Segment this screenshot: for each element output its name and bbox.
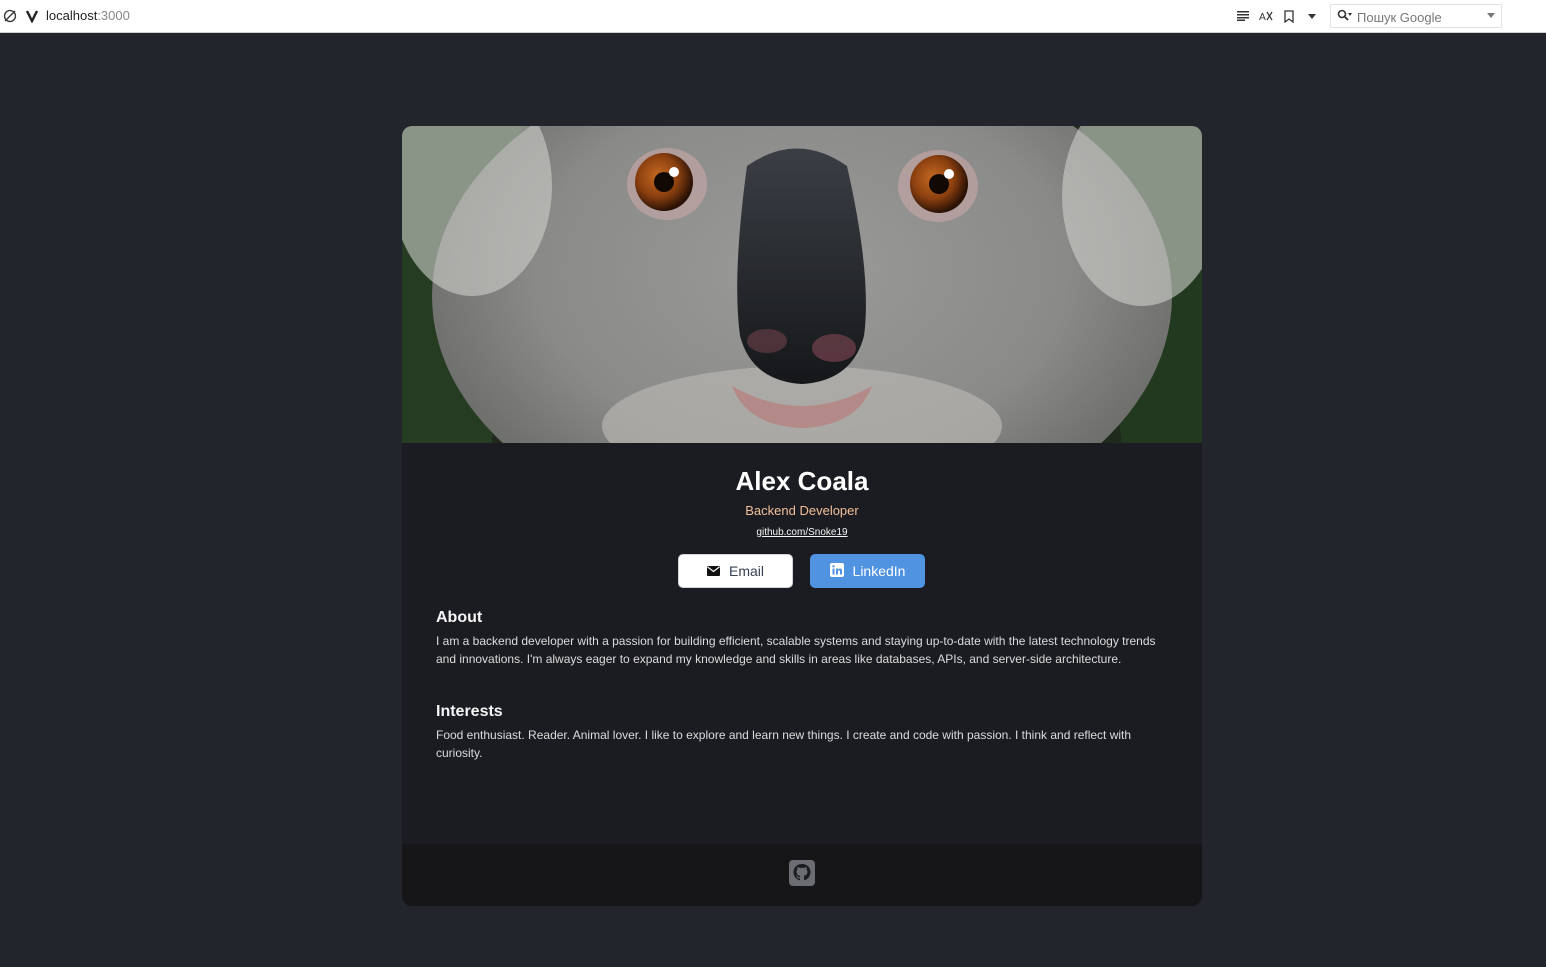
- linkedin-button-label: LinkedIn: [852, 563, 906, 579]
- profile-role: Backend Developer: [745, 503, 859, 518]
- linkedin-icon: [829, 562, 844, 580]
- search-placeholder: Пошук Google: [1357, 10, 1442, 25]
- search-icon: [1337, 9, 1353, 28]
- mail-icon: [706, 563, 720, 579]
- about-heading: About: [436, 609, 483, 626]
- email-button[interactable]: Email: [678, 554, 793, 588]
- search-engine-dropdown-icon[interactable]: [1487, 13, 1495, 18]
- vivaldi-logo-icon[interactable]: [24, 8, 40, 24]
- linkedin-button[interactable]: LinkedIn: [810, 554, 925, 588]
- email-button-label: Email: [728, 563, 764, 579]
- shield-off-icon[interactable]: [2, 8, 18, 24]
- interests-text: Food enthusiast. Reader. Animal lover. I…: [436, 728, 1132, 760]
- github-link[interactable]: github.com/Snoke19: [756, 527, 847, 538]
- url-host: localhost: [46, 8, 98, 23]
- translate-icon[interactable]: A: [1258, 8, 1274, 24]
- url-port: :3000: [97, 8, 130, 23]
- about-text: I am a backend developer with a passion …: [436, 634, 1156, 666]
- profile-card: Alex Coala Backend Developer github.com/…: [402, 126, 1202, 906]
- github-link-container: github.com/Snoke19: [402, 527, 1202, 538]
- github-icon[interactable]: [789, 860, 815, 886]
- browser-toolbar: localhost:3000 A Пошук Google: [0, 0, 1546, 33]
- search-input[interactable]: Пошук Google: [1330, 4, 1502, 28]
- reader-view-icon[interactable]: [1235, 8, 1251, 24]
- card-footer: [402, 844, 1202, 906]
- chevron-down-icon[interactable]: [1304, 8, 1320, 24]
- bookmark-icon[interactable]: [1281, 8, 1297, 24]
- interests-heading: Interests: [436, 703, 503, 720]
- svg-text:A: A: [1259, 12, 1266, 22]
- profile-name: Alex Coala: [735, 466, 869, 496]
- address-bar[interactable]: localhost:3000: [46, 8, 130, 23]
- koala-hero-image: [402, 126, 1202, 443]
